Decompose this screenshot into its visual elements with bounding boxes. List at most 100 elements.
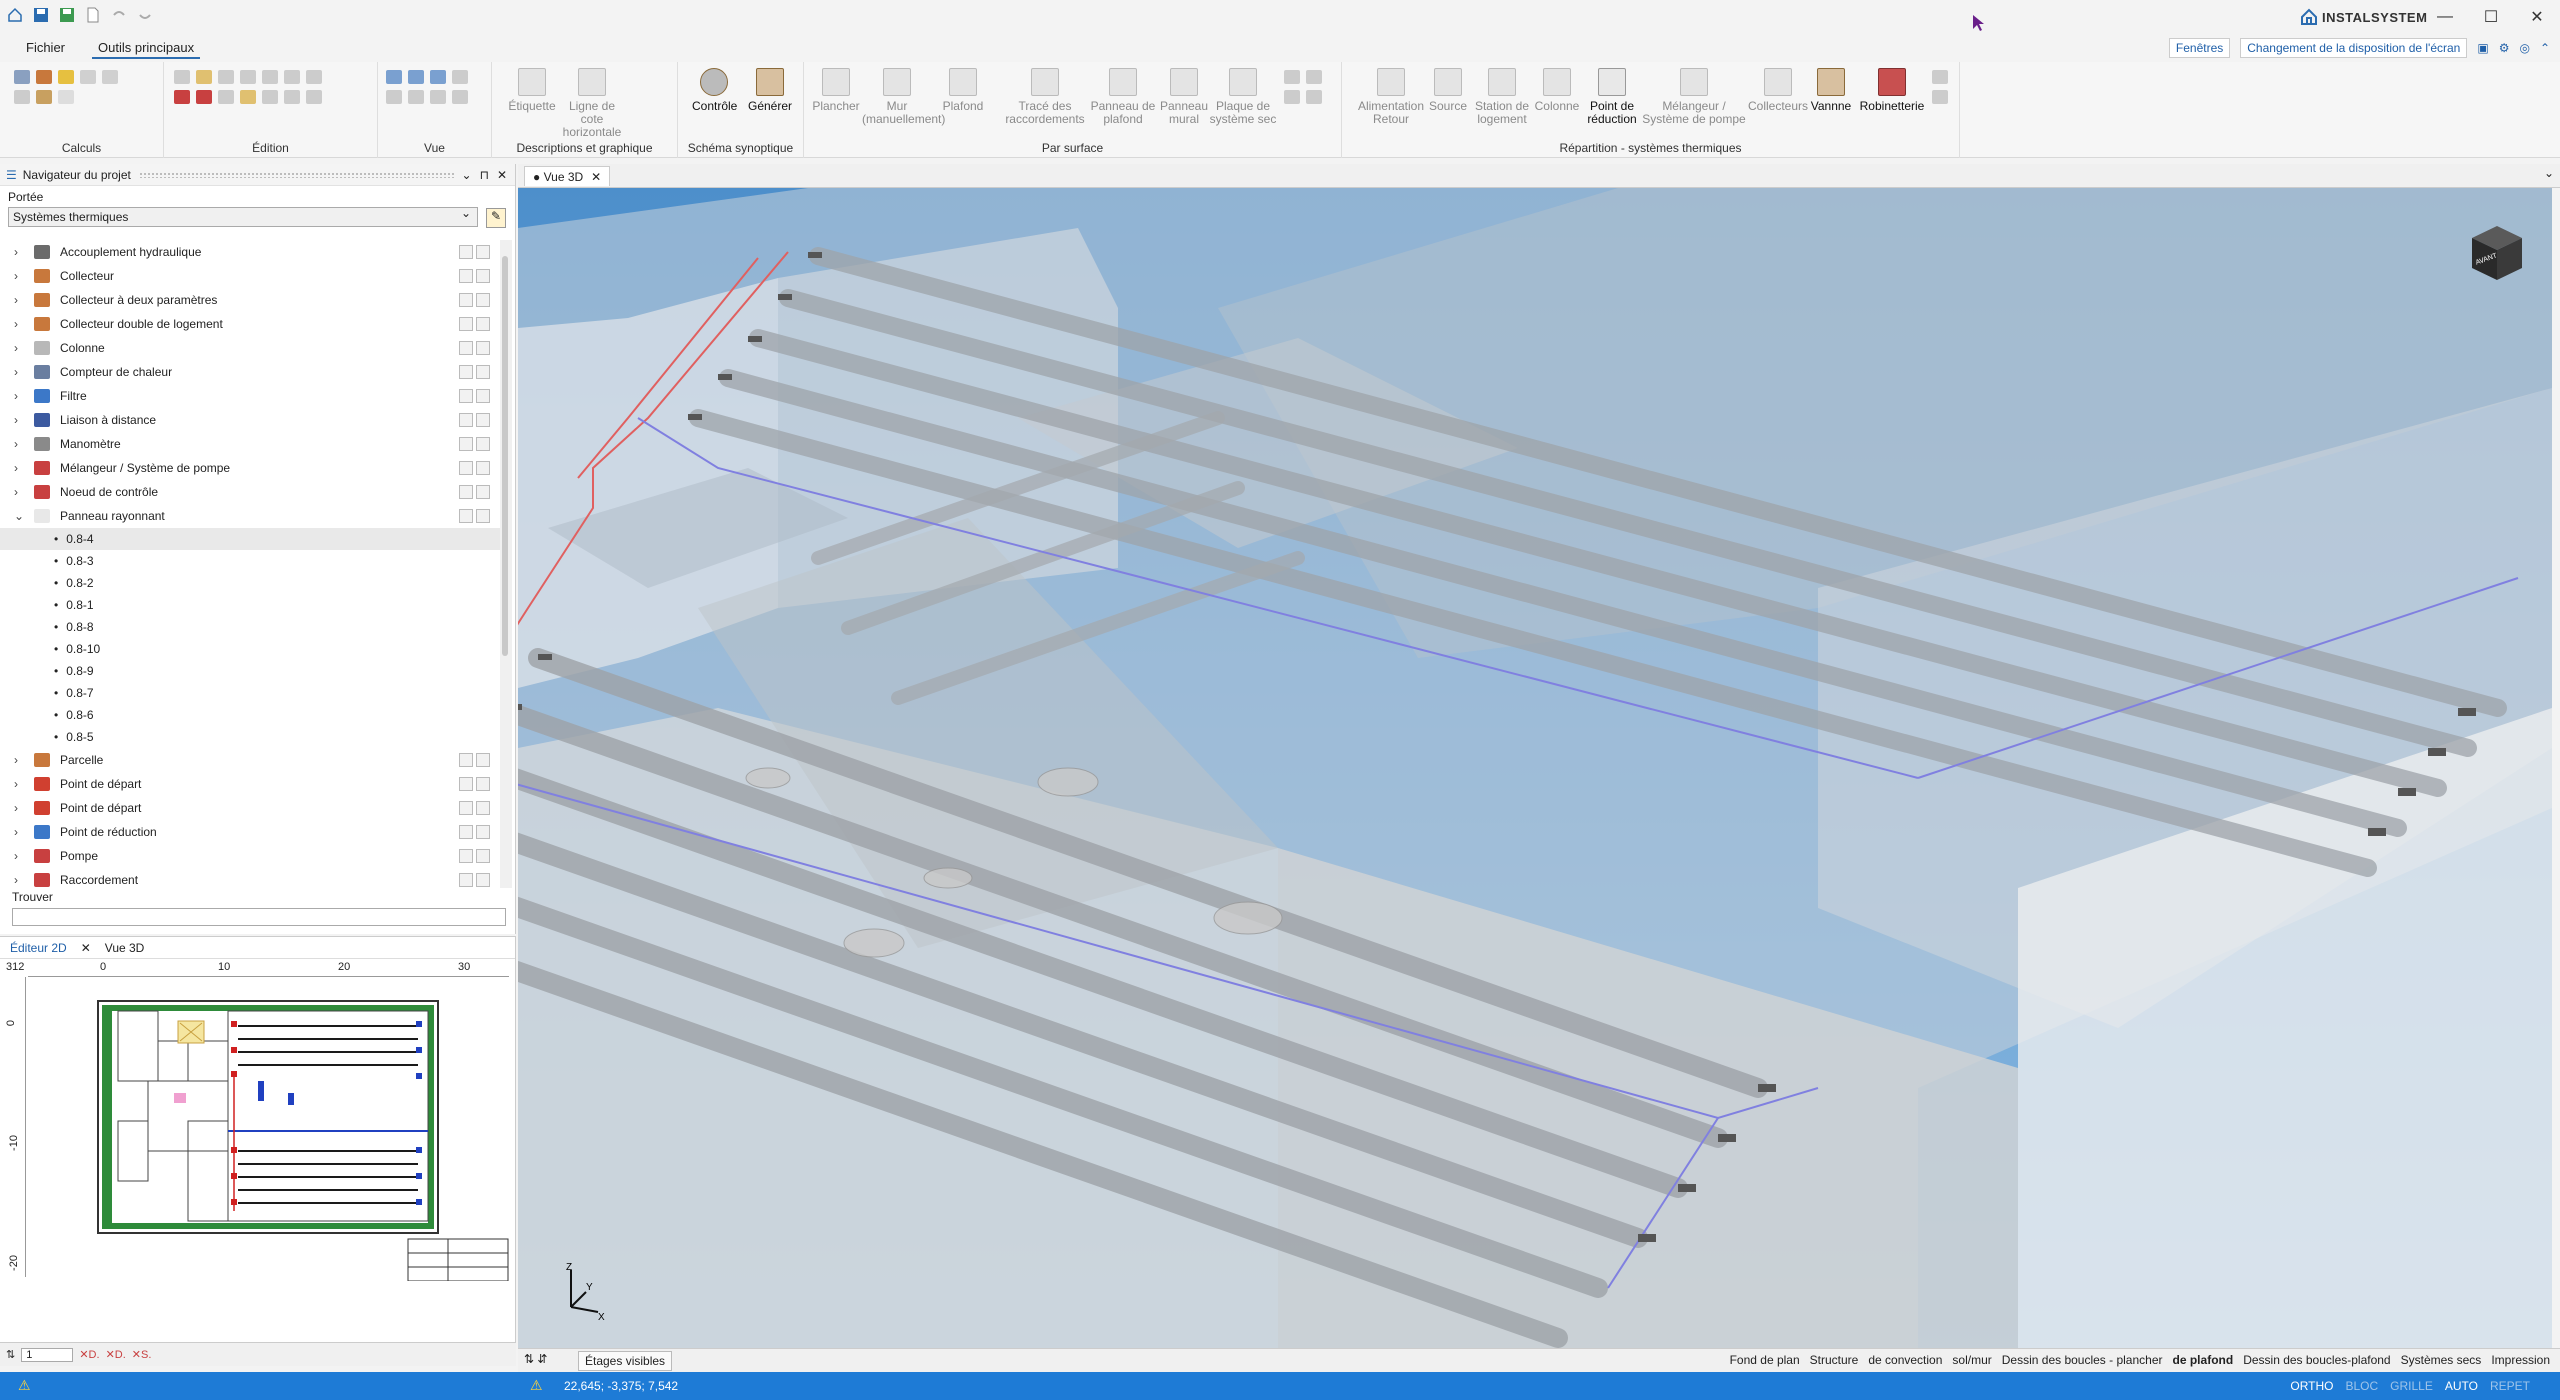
drag-handle[interactable] bbox=[138, 171, 454, 178]
scope-select[interactable]: Systèmes thermiques bbox=[8, 206, 478, 227]
edit-icon[interactable] bbox=[284, 70, 300, 84]
view-cube[interactable]: AVANT bbox=[2462, 218, 2532, 288]
expand-icon[interactable]: › bbox=[14, 801, 28, 815]
maximize-button[interactable]: ☐ bbox=[2468, 0, 2514, 34]
delete-icon[interactable] bbox=[476, 461, 490, 475]
calc-icon[interactable] bbox=[80, 70, 96, 84]
delete-icon[interactable] bbox=[174, 90, 190, 104]
mixer-button[interactable]: Mélangeur / Système de pompe bbox=[1642, 68, 1746, 126]
tree-child-item[interactable]: 0.8-4 bbox=[0, 528, 500, 550]
layout-icon[interactable]: ▣ bbox=[2477, 41, 2488, 55]
ribbon-collapse-icon[interactable]: ⌃ bbox=[2540, 41, 2550, 55]
generate-button[interactable]: Générer bbox=[746, 68, 794, 113]
tab-vue-3d[interactable]: Vue 3D bbox=[105, 941, 145, 955]
tree-item[interactable]: › Mélangeur / Système de pompe bbox=[0, 456, 500, 480]
calc-icon[interactable] bbox=[102, 70, 118, 84]
snap-mode-auto[interactable]: AUTO bbox=[2445, 1379, 2478, 1393]
layer-icon[interactable]: ✕D. bbox=[79, 1348, 99, 1361]
tree-item[interactable]: › Compteur de chaleur bbox=[0, 360, 500, 384]
tree-child-item[interactable]: 0.8-2 bbox=[0, 572, 500, 594]
delete-icon[interactable] bbox=[196, 90, 212, 104]
help-icon[interactable]: ◎ bbox=[2519, 41, 2529, 55]
tree-child-item[interactable]: 0.8-1 bbox=[0, 594, 500, 616]
layer-toggle[interactable]: Dessin des boucles-plafond bbox=[2243, 1353, 2390, 1367]
tree-item[interactable]: › Point de départ bbox=[0, 772, 500, 796]
zoom-out-icon[interactable] bbox=[408, 70, 424, 84]
delete-icon[interactable] bbox=[476, 293, 490, 307]
delete-icon[interactable] bbox=[476, 437, 490, 451]
delete-icon[interactable] bbox=[476, 269, 490, 283]
label-button[interactable]: Étiquette bbox=[504, 68, 560, 113]
edit-icon[interactable] bbox=[459, 801, 473, 815]
floor-select[interactable]: 1 bbox=[21, 1347, 74, 1362]
edit-icon[interactable] bbox=[459, 365, 473, 379]
edit-icon[interactable] bbox=[459, 777, 473, 791]
ceiling-panel-button[interactable]: Panneau de plafond bbox=[1088, 68, 1158, 126]
expand-icon[interactable]: › bbox=[14, 341, 28, 355]
tab-view-3d[interactable]: ● Vue 3D ✕ bbox=[524, 166, 611, 186]
pin-icon[interactable]: ⌄ bbox=[462, 168, 472, 182]
edit-icon[interactable] bbox=[240, 90, 256, 104]
tree-item[interactable]: › Manomètre bbox=[0, 432, 500, 456]
expand-icon[interactable]: › bbox=[14, 317, 28, 331]
dry-system-plate-button[interactable]: Plaque de système sec bbox=[1208, 68, 1278, 126]
check-button[interactable]: Contrôle bbox=[692, 68, 737, 113]
edit-icon[interactable] bbox=[306, 70, 322, 84]
view-icon[interactable] bbox=[452, 90, 468, 104]
edit-scope-button[interactable]: ✎ bbox=[486, 208, 506, 228]
tool-icon[interactable] bbox=[1284, 90, 1300, 104]
scene-3d[interactable] bbox=[518, 188, 2552, 1348]
dimension-line-button[interactable]: Ligne de cote horizontale bbox=[560, 68, 624, 139]
edit-icon[interactable] bbox=[459, 413, 473, 427]
calc-icon[interactable] bbox=[14, 70, 30, 84]
layout-dropdown[interactable]: Changement de la disposition de l'écran bbox=[2240, 38, 2468, 58]
column-button[interactable]: Colonne bbox=[1532, 68, 1582, 113]
save-icon[interactable] bbox=[32, 6, 50, 24]
expand-icon[interactable]: › bbox=[14, 485, 28, 499]
edit-icon[interactable] bbox=[284, 90, 300, 104]
edit-icon[interactable] bbox=[459, 341, 473, 355]
collectors-button[interactable]: Collecteurs bbox=[1748, 68, 1808, 113]
close-button[interactable]: ✕ bbox=[2514, 0, 2560, 34]
tree-item[interactable]: › Accouplement hydraulique bbox=[0, 240, 500, 264]
windows-dropdown[interactable]: Fenêtres bbox=[2168, 38, 2231, 58]
snap-mode-grille[interactable]: GRILLE bbox=[2390, 1379, 2433, 1393]
layer-icon[interactable]: ✕D. bbox=[106, 1348, 126, 1361]
edit-icon[interactable] bbox=[459, 849, 473, 863]
expand-icon[interactable]: › bbox=[14, 825, 28, 839]
edit-icon[interactable] bbox=[459, 753, 473, 767]
edit-icon[interactable] bbox=[459, 485, 473, 499]
tree-item[interactable]: › Pompe bbox=[0, 844, 500, 868]
tree-child-item[interactable]: 0.8-3 bbox=[0, 550, 500, 572]
delete-icon[interactable] bbox=[476, 801, 490, 815]
calc-icon[interactable] bbox=[58, 90, 74, 104]
edit-icon[interactable] bbox=[459, 293, 473, 307]
undo-icon[interactable] bbox=[110, 6, 128, 24]
visible-floors-dropdown[interactable]: Étages visibles bbox=[578, 1351, 673, 1371]
delete-icon[interactable] bbox=[476, 245, 490, 259]
view-icon[interactable] bbox=[408, 90, 424, 104]
expand-icon[interactable]: › bbox=[14, 365, 28, 379]
tree-item[interactable]: › Parcelle bbox=[0, 748, 500, 772]
expand-icon[interactable]: › bbox=[14, 389, 28, 403]
snap-mode-bloc[interactable]: BLOC bbox=[2345, 1379, 2378, 1393]
tree-child-item[interactable]: 0.8-5 bbox=[0, 726, 500, 748]
nav-arrows[interactable]: ⇅ ⇵ bbox=[524, 1352, 547, 1366]
tab-editor-2d[interactable]: Éditeur 2D bbox=[10, 941, 67, 955]
delete-icon[interactable] bbox=[476, 365, 490, 379]
expand-icon[interactable]: › bbox=[14, 777, 28, 791]
zoom-in-icon[interactable] bbox=[386, 70, 402, 84]
tree-child-item[interactable]: 0.8-8 bbox=[0, 616, 500, 638]
edit-icon[interactable] bbox=[459, 437, 473, 451]
edit-icon[interactable] bbox=[459, 825, 473, 839]
tree-item[interactable]: › Liaison à distance bbox=[0, 408, 500, 432]
calc-icon[interactable] bbox=[36, 90, 52, 104]
calc-icon[interactable] bbox=[36, 70, 52, 84]
tree-item[interactable]: › Point de départ bbox=[0, 796, 500, 820]
tree-item[interactable]: › Point de réduction bbox=[0, 820, 500, 844]
layer-toggle[interactable]: de plafond bbox=[2173, 1353, 2234, 1367]
tool-icon[interactable] bbox=[1306, 90, 1322, 104]
layer-toggle[interactable]: Fond de plan bbox=[1730, 1353, 1800, 1367]
layer-toggle[interactable]: Systèmes secs bbox=[2401, 1353, 2482, 1367]
delete-icon[interactable] bbox=[476, 777, 490, 791]
